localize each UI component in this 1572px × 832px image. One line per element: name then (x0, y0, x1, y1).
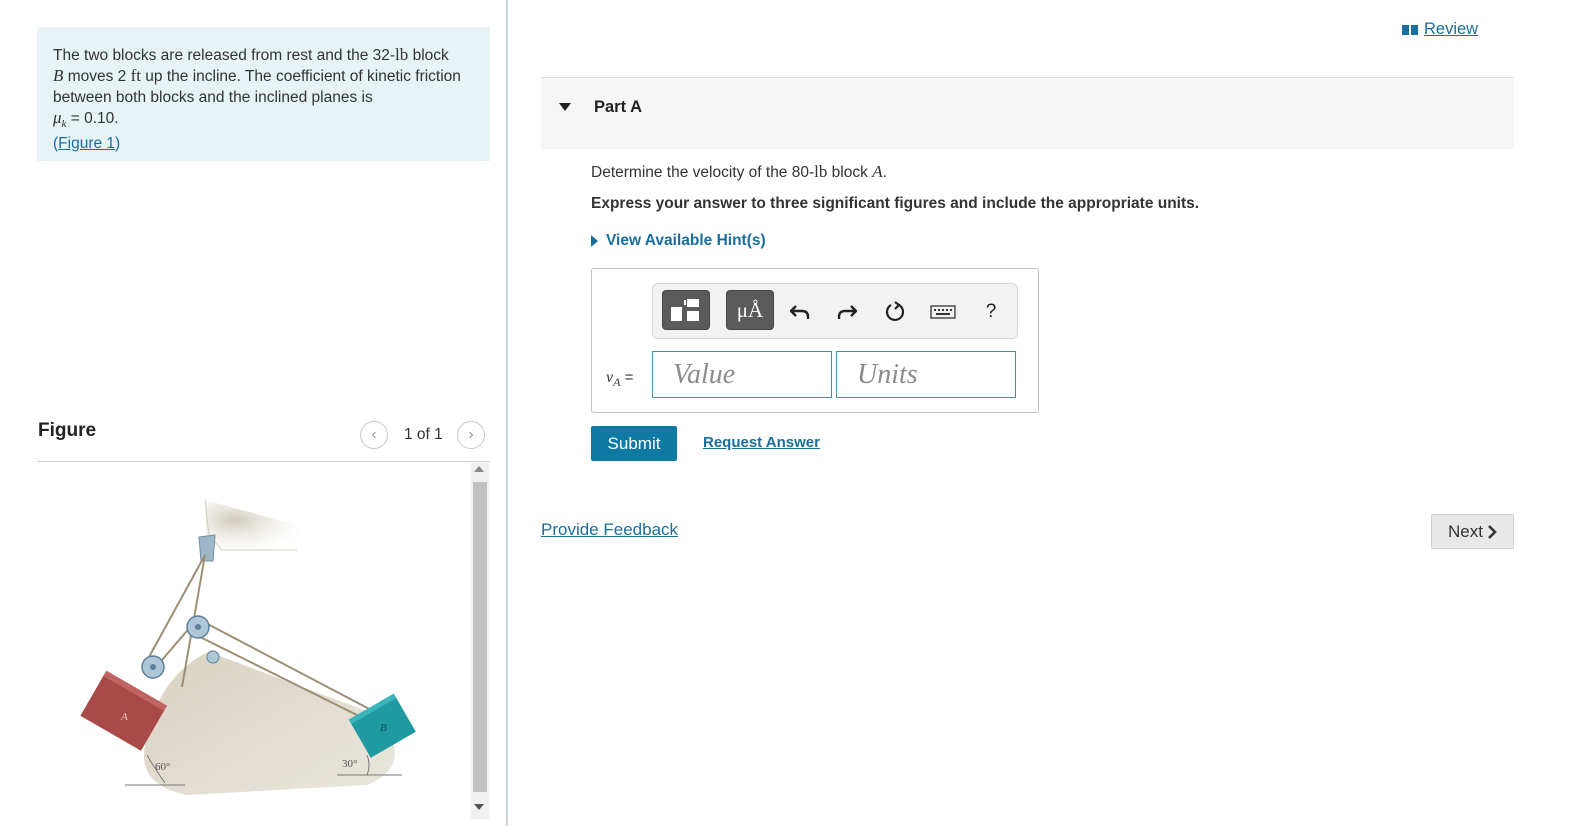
review-label: Review (1424, 20, 1479, 38)
part-header[interactable]: Part A (541, 77, 1514, 149)
math-toolbar: μÅ ? (652, 283, 1018, 339)
unit-ft: ft (130, 66, 141, 86)
redo-button[interactable] (833, 298, 861, 326)
chevron-right-icon (1488, 524, 1497, 539)
figure-title: Figure (38, 420, 97, 441)
panel-divider (506, 0, 508, 826)
units-button[interactable]: μÅ (726, 290, 774, 330)
scroll-down-icon[interactable] (474, 804, 484, 810)
keyboard-button[interactable] (929, 298, 957, 326)
request-answer-link[interactable]: Request Answer (703, 434, 820, 451)
var-b: B (53, 66, 64, 86)
angle-60-label: 60° (155, 761, 170, 773)
next-label: Next (1448, 521, 1483, 541)
block-a-label: A (120, 711, 128, 723)
value-input[interactable] (652, 351, 832, 398)
equals-sign: = (620, 369, 634, 386)
mu-symbol: μ (53, 107, 62, 127)
problem-statement: The two blocks are released from rest an… (37, 27, 490, 161)
pulley-small (206, 650, 220, 664)
part-title: Part A (594, 98, 642, 116)
view-hints-link[interactable]: View Available Hint(s) (591, 232, 766, 250)
figure-scrollbar-thumb[interactable] (473, 482, 487, 792)
book-icon (1402, 24, 1418, 35)
problem-text: block (408, 47, 449, 64)
problem-text: The two blocks are released from rest an… (53, 47, 396, 64)
question-part: . (882, 164, 887, 181)
redo-icon (837, 305, 857, 319)
unit-lb: lb (395, 45, 409, 64)
help-button[interactable]: ? (977, 298, 1005, 326)
help-icon: ? (985, 301, 997, 322)
answer-variable: vA = (606, 369, 633, 390)
units-icon-label: μÅ (736, 297, 764, 322)
figure-header: Figure ‹ 1 of 1 › (37, 418, 490, 462)
submit-button[interactable]: Submit (591, 426, 677, 461)
mu-value: = 0.10. (66, 109, 119, 127)
provide-feedback-link[interactable]: Provide Feedback (541, 520, 678, 540)
question-text: Determine the velocity of the 80-lb bloc… (591, 162, 887, 182)
expand-triangle-icon (591, 235, 598, 247)
question-var: A (872, 162, 883, 181)
question-unit: lb (814, 162, 828, 181)
answer-box: μÅ ? vA = (591, 268, 1039, 413)
problem-text: moves 2 (63, 68, 131, 86)
reset-icon (885, 301, 905, 322)
review-link[interactable]: Review (1402, 20, 1478, 39)
ceiling-support (205, 500, 307, 550)
figure-counter: 1 of 1 (404, 426, 443, 443)
templates-icon (671, 299, 699, 321)
next-button[interactable]: Next (1431, 514, 1514, 549)
previous-figure-button[interactable]: ‹ (360, 421, 388, 449)
chevron-right-icon: › (468, 426, 474, 443)
undo-button[interactable] (786, 298, 814, 326)
collapse-triangle-icon[interactable] (559, 103, 571, 111)
scroll-up-icon[interactable] (474, 466, 484, 472)
chevron-left-icon: ‹ (371, 426, 377, 443)
next-figure-button[interactable]: › (457, 421, 485, 449)
templates-button[interactable] (662, 290, 710, 330)
figure-link[interactable]: Figure 1 (58, 135, 115, 152)
figure-diagram: A B 60° 30° (80, 499, 416, 795)
hints-label: View Available Hint(s) (606, 232, 766, 249)
question-part: block (827, 164, 873, 181)
keyboard-icon (930, 305, 956, 319)
reset-button[interactable] (881, 298, 909, 326)
angle-30-label: 30° (342, 758, 357, 770)
question-part: Determine the velocity of the 80- (591, 164, 815, 181)
ceiling-pulley (198, 534, 216, 562)
block-b-label: B (380, 722, 387, 734)
units-input[interactable] (836, 351, 1016, 398)
paren-close: ) (115, 135, 121, 153)
undo-icon (790, 305, 810, 319)
instruction-text: Express your answer to three significant… (591, 195, 1200, 212)
